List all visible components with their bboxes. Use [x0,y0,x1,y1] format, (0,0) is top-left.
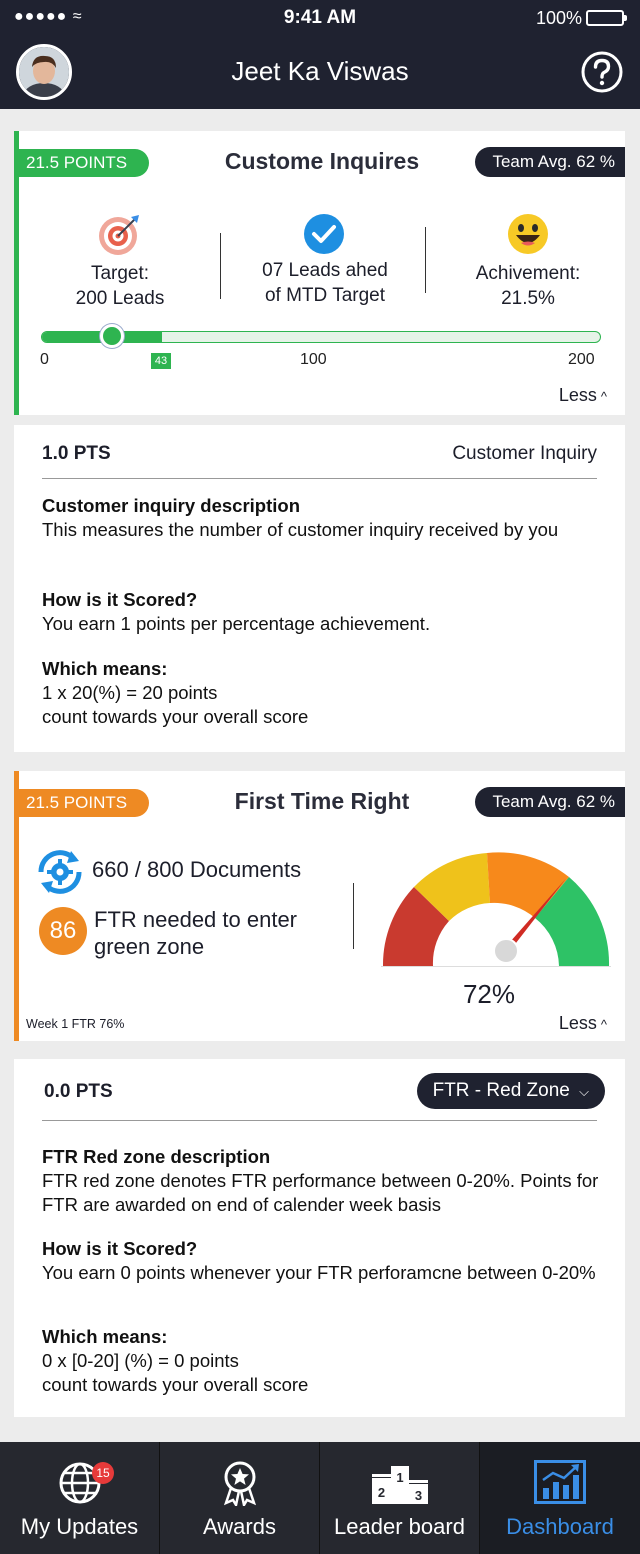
less-toggle[interactable]: Less ^ [559,1013,607,1034]
help-icon[interactable] [580,50,624,94]
svg-text:1: 1 [396,1470,403,1485]
divider [220,233,221,299]
scoring-text: You earn 0 points whenever your FTR perf… [42,1262,596,1283]
achievement-label: Achivement: [475,263,581,284]
ftr-red-zone-details: 0.0 PTS FTR - Red Zone ⌵ FTR Red zone de… [14,1059,625,1417]
tab-label: Leader board [334,1514,465,1539]
means-note: count towards your overall score [42,1374,309,1395]
scoring-block: How is it Scored? You earn 1 points per … [42,588,611,636]
scoring-text: You earn 1 points per percentage achieve… [42,613,431,634]
zone-dropdown-label: FTR - Red Zone [432,1080,570,1101]
page-title: Jeet Ka Viswas [231,56,409,86]
tab-awards[interactable]: Awards [160,1442,320,1554]
description-block: Customer inquiry description This measur… [42,494,611,542]
divider [425,227,426,293]
gauge-hub [493,938,519,964]
documents-count: 660 / 800 Documents [92,857,302,882]
week-ftr-label: Week 1 FTR 76% [26,1017,125,1031]
tab-label: Dashboard [506,1514,614,1539]
svg-text:2: 2 [377,1485,384,1500]
achievement-stat: Achivement: 21.5% [455,261,601,311]
description-block: FTR Red zone description FTR red zone de… [42,1145,611,1217]
detail-points: 1.0 PTS [42,443,111,464]
divider [353,883,354,949]
ftr-needed-text: FTR needed to enter green zone [94,907,298,959]
less-label: Less [558,1013,597,1033]
target-label: Target: [90,263,150,284]
status-bar: ●●●●● ≈ 9:41 AM 100% [0,0,640,36]
tab-dashboard[interactable]: Dashboard [480,1442,640,1554]
means-heading: Which means: [42,1326,168,1347]
chart-icon [534,1460,586,1504]
slider-thumb[interactable] [99,324,124,348]
chevron-up-icon: ^ [600,1017,607,1032]
scoring-block: How is it Scored? You earn 0 points when… [42,1237,601,1285]
leads-ahead-line2: of MTD Target [264,285,386,306]
bottom-tab-bar: 15 My Updates Awards 1 2 3 Leader board [0,1442,640,1554]
means-heading: Which means: [42,658,168,679]
notification-badge: 15 [92,1462,114,1484]
team-avg-badge: Team Avg. 62 % [475,787,625,817]
target-icon [99,215,139,255]
progress-slider[interactable] [41,324,601,348]
smiley-icon [508,214,548,254]
chevron-down-icon: ⌵ [579,1084,589,1099]
means-block: Which means: 0 x [0-20] (%) = 0 points c… [42,1325,611,1397]
scoring-heading: How is it Scored? [42,589,198,610]
tab-leader-board[interactable]: 1 2 3 Leader board [320,1442,480,1554]
scoring-heading: How is it Scored? [42,1238,198,1259]
podium-icon: 1 2 3 [371,1466,428,1504]
slider-marker-flag: 43 [150,353,171,369]
battery-percent: 100% [535,8,582,28]
target-stat: Target: 200 Leads [55,261,185,311]
chevron-up-icon: ^ [600,389,607,404]
app-header: Jeet Ka Viswas [0,36,640,109]
means-formula: 1 x 20(%) = 20 points [42,682,218,703]
less-toggle[interactable]: Less ^ [559,385,607,406]
award-icon [223,1461,256,1506]
leads-ahead-line1: 07 Leads ahed [262,260,388,281]
leads-ahead-stat: 07 Leads ahed of MTD Target [235,258,415,308]
customer-inquiries-card[interactable]: 21.5 POINTS Custome Inquires Team Avg. 6… [14,131,625,415]
detail-header: 1.0 PTS Customer Inquiry [42,435,597,479]
means-note: count towards your overall score [42,706,309,727]
customer-inquiry-details: 1.0 PTS Customer Inquiry Customer inquir… [14,425,625,752]
tab-label: Awards [203,1514,276,1539]
description-heading: Customer inquiry description [42,495,301,516]
first-time-right-card[interactable]: 21.5 POINTS First Time Right Team Avg. 6… [14,771,625,1041]
gear-sync-icon [38,850,82,894]
achievement-value: 21.5% [501,288,555,309]
description-text: FTR red zone denotes FTR performance bet… [42,1170,599,1215]
description-text: This measures the number of customer inq… [42,519,559,540]
slider-mid-label: 100 [300,351,327,368]
less-label: Less [558,385,597,405]
zone-dropdown[interactable]: FTR - Red Zone ⌵ [416,1073,605,1109]
detail-type: Customer Inquiry [452,443,597,464]
check-icon [304,214,344,254]
slider-min-label: 0 [40,351,49,368]
svg-text:3: 3 [414,1488,421,1503]
means-formula: 0 x [0-20] (%) = 0 points [42,1350,239,1371]
detail-points: 0.0 PTS [44,1081,113,1102]
slider-max-label: 200 [568,351,595,368]
tab-label: My Updates [20,1514,139,1539]
battery-icon [586,10,627,26]
ftr-needed-badge: 86 [39,907,87,955]
target-value: 200 Leads [75,288,165,309]
tab-my-updates[interactable]: 15 My Updates [0,1442,160,1554]
gauge-value: 72% [462,979,516,1009]
ftr-gauge [381,852,611,967]
means-block: Which means: 1 x 20(%) = 20 points count… [42,657,611,729]
description-heading: FTR Red zone description [42,1146,271,1167]
team-avg-badge: Team Avg. 62 % [475,147,625,177]
